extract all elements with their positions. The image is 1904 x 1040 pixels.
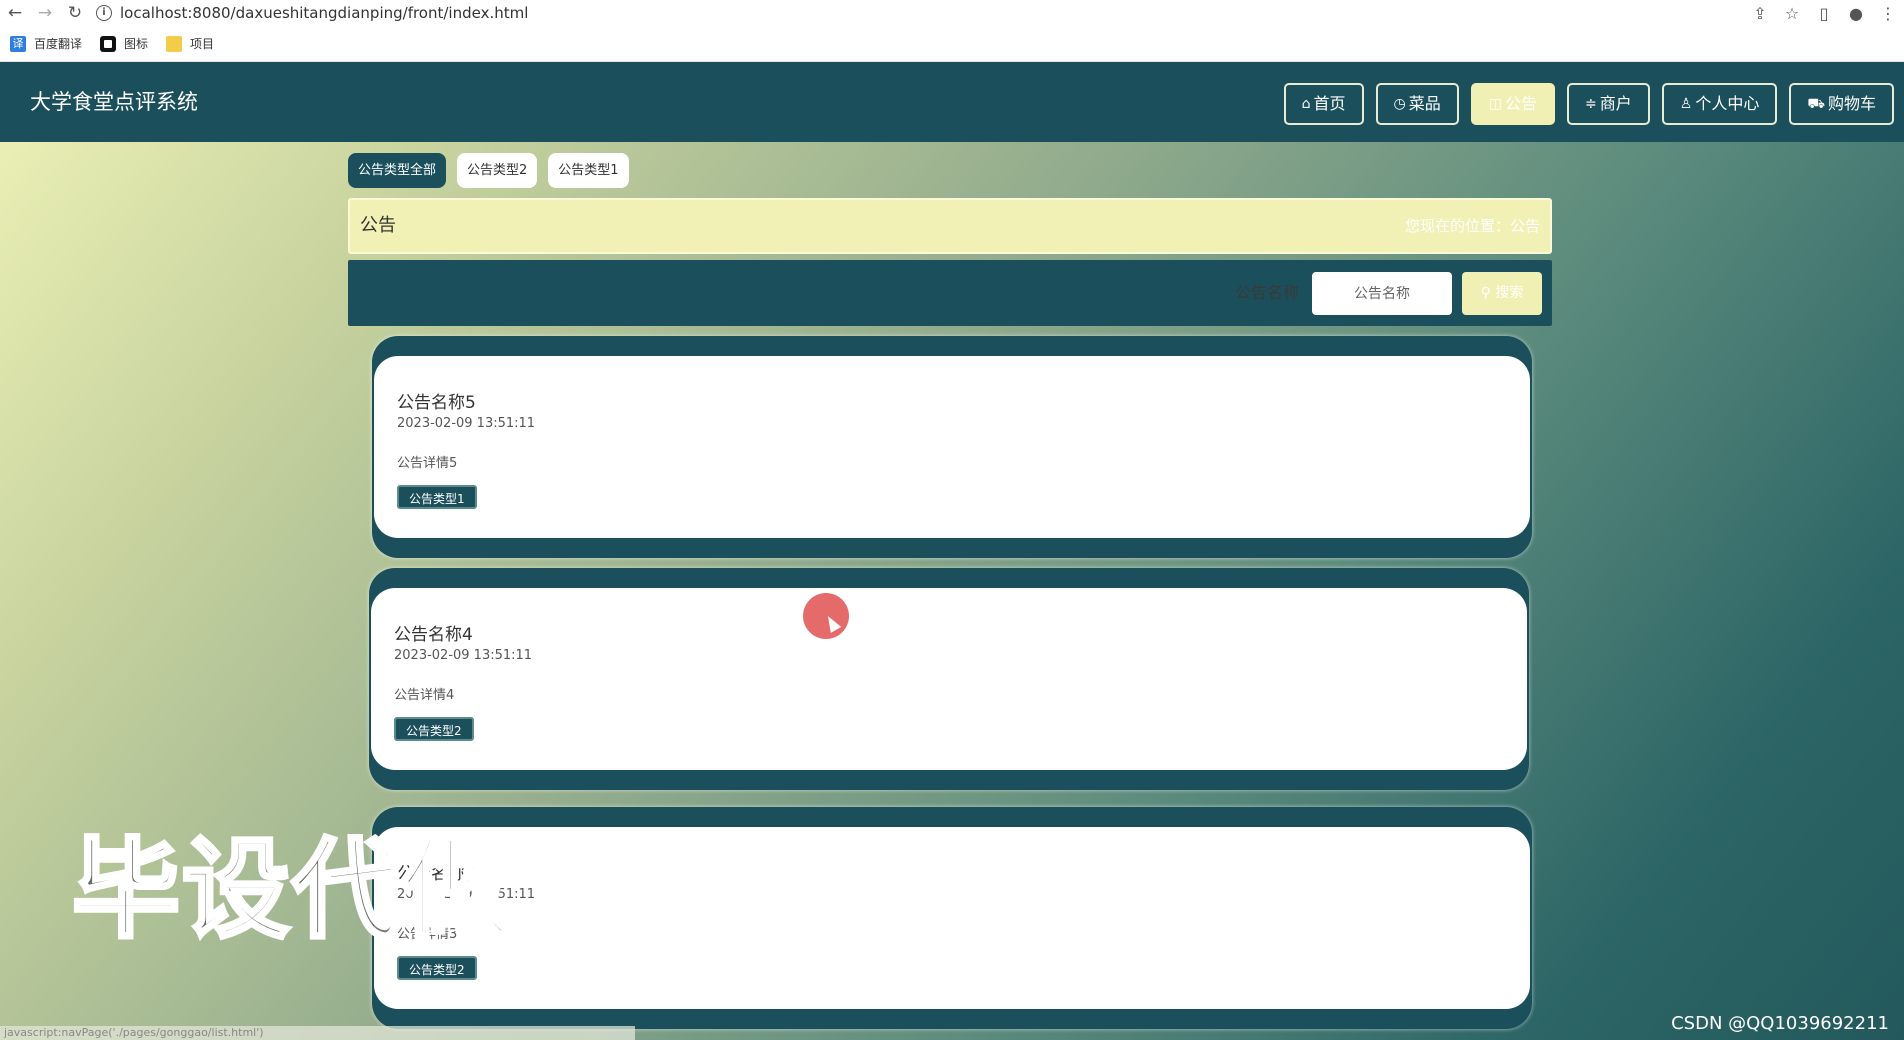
address-bar[interactable]: i localhost:8080/daxueshitangdianping/fr… <box>96 2 528 24</box>
site-title: 大学食堂点评系统 <box>30 90 198 114</box>
nav-label: 商户 <box>1599 94 1632 113</box>
nav-profile-button[interactable]: ♙ 个人中心 <box>1661 83 1778 125</box>
tab-all[interactable]: 公告类型全部 <box>348 153 447 188</box>
profile-icon[interactable]: ● <box>1840 4 1872 23</box>
nav-cart-button[interactable]: ⛟ 购物车 <box>1789 83 1894 125</box>
notice-type-badge: 公告类型2 <box>397 956 477 980</box>
notice-card[interactable]: 公告名称3 2023-02-09 13:51:11 公告详情3 公告类型2 <box>372 807 1532 1029</box>
notice-title: 公告名称4 <box>394 625 473 645</box>
nav-label: 首页 <box>1313 94 1346 113</box>
share-icon[interactable]: ⇪ <box>1744 4 1776 23</box>
site-info-icon[interactable]: i <box>96 5 112 21</box>
search-input[interactable] <box>1312 272 1452 315</box>
search-label: 公告名称 <box>1235 283 1300 302</box>
nav-label: 菜品 <box>1408 94 1441 113</box>
nav-label: 公告 <box>1505 94 1538 113</box>
notice-card-body: 公告名称5 2023-02-09 13:51:11 公告详情5 公告类型1 <box>374 356 1530 538</box>
notice-type-badge: 公告类型2 <box>394 717 474 741</box>
user-icon: ♙ <box>1679 96 1693 112</box>
breadcrumb-location: 您现在的位置：公告 <box>1404 217 1540 235</box>
forward-icon[interactable]: → <box>30 0 60 26</box>
notice-desc: 公告详情5 <box>397 456 458 471</box>
browser-toolbar: ← → ↻ i localhost:8080/daxueshitangdianp… <box>0 0 1904 26</box>
credit-text: CSDN @QQ1039692211 <box>1671 1013 1889 1034</box>
nav-shop-button[interactable]: ≑ 商户 <box>1567 83 1650 125</box>
notice-type-badge: 公告类型1 <box>397 485 477 509</box>
nav-label: 个人中心 <box>1695 94 1760 113</box>
nav-label: 购物车 <box>1827 94 1876 113</box>
site-header: 大学食堂点评系统 ⌂ 首页 ◷ 菜品 ◫ 公告 ≑ 商户 ♙ 个人中心 ⛟ 购物车 <box>0 62 1904 142</box>
translate-icon: 译 <box>10 35 26 52</box>
bookmark-label: 百度翻译 <box>34 37 83 51</box>
nav-notice-button[interactable]: ◫ 公告 <box>1470 83 1556 125</box>
nav-dishes-button[interactable]: ◷ 菜品 <box>1375 83 1459 125</box>
home-icon: ⌂ <box>1301 96 1311 112</box>
address-url[interactable]: localhost:8080/daxueshitangdianping/fron… <box>120 4 528 22</box>
notice-card[interactable]: 公告名称4 2023-02-09 13:51:11 公告详情4 公告类型2 <box>369 568 1529 790</box>
folder-icon <box>166 35 183 52</box>
sidebar-icon[interactable]: ▯ <box>1808 4 1840 23</box>
bookmark-label: 图标 <box>124 37 149 51</box>
more-icon[interactable]: ⋮ <box>1872 4 1904 23</box>
tab-type2[interactable]: 公告类型2 <box>457 153 538 188</box>
page-title: 公告 <box>360 215 396 236</box>
notice-card[interactable]: 公告名称5 2023-02-09 13:51:11 公告详情5 公告类型1 <box>372 336 1532 558</box>
watermark-text: 毕设代做 <box>70 828 513 953</box>
tab-type1[interactable]: 公告类型1 <box>548 153 629 188</box>
bookmark-label: 项目 <box>190 37 215 51</box>
star-icon[interactable]: ☆ <box>1776 4 1808 23</box>
notice-icon: ◫ <box>1488 96 1503 112</box>
cart-icon: ⛟ <box>1807 96 1825 112</box>
search-icon: ⚲ <box>1480 285 1496 301</box>
main-nav: ⌂ 首页 ◷ 菜品 ◫ 公告 ≑ 商户 ♙ 个人中心 ⛟ 购物车 <box>1272 83 1894 125</box>
status-url: javascript:navPage('./pages/gonggao/list… <box>0 1026 635 1040</box>
breadcrumb: 公告 您现在的位置：公告 <box>348 198 1552 254</box>
notice-card-body: 公告名称4 2023-02-09 13:51:11 公告详情4 公告类型2 <box>371 588 1527 770</box>
back-icon[interactable]: ← <box>0 0 30 26</box>
search-bar: 公告名称 ⚲ 搜索 <box>348 260 1552 326</box>
bookmarks-bar: 译 百度翻译 图标 项目 <box>0 26 1904 62</box>
notice-date: 2023-02-09 13:51:11 <box>397 416 536 431</box>
bookmark-xiangmu[interactable]: 项目 <box>166 35 214 52</box>
notice-card-body: 公告名称3 2023-02-09 13:51:11 公告详情3 公告类型2 <box>374 827 1530 1009</box>
search-button[interactable]: ⚲ 搜索 <box>1462 272 1542 315</box>
search-button-label: 搜索 <box>1495 285 1524 301</box>
bookmark-tubiao[interactable]: 图标 <box>100 35 148 52</box>
nav-home-button[interactable]: ⌂ 首页 <box>1283 83 1364 125</box>
image-icon <box>100 35 117 52</box>
notice-date: 2023-02-09 13:51:11 <box>394 648 533 663</box>
notice-title: 公告名称5 <box>397 393 476 413</box>
reload-icon[interactable]: ↻ <box>60 0 90 26</box>
clock-icon: ◷ <box>1393 96 1406 112</box>
notice-type-tabs: 公告类型全部 公告类型2 公告类型1 <box>348 153 640 188</box>
bookmark-fanyi[interactable]: 译 百度翻译 <box>10 35 82 52</box>
notice-desc: 公告详情4 <box>394 688 455 703</box>
page-body: 大学食堂点评系统 ⌂ 首页 ◷ 菜品 ◫ 公告 ≑ 商户 ♙ 个人中心 ⛟ 购物车 公告类型… <box>0 62 1904 1040</box>
shop-icon: ≑ <box>1585 96 1597 112</box>
